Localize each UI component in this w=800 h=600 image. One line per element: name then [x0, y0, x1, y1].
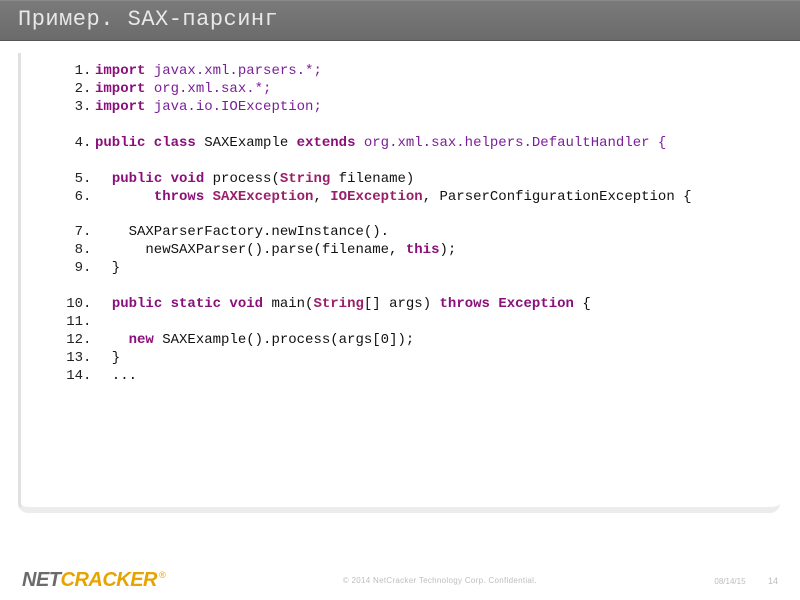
keyword: throws — [154, 189, 204, 207]
line-number: 6 — [51, 189, 83, 207]
line-number: 7 — [51, 224, 83, 242]
code-text: } — [95, 350, 120, 368]
code-line: 3. import java.io.IOException; — [51, 99, 760, 117]
code-line: 9. } — [51, 260, 760, 278]
line-number: 10 — [51, 296, 83, 314]
code-line: 5. public void process(String filename) — [51, 171, 760, 189]
code-text: filename) — [330, 171, 414, 189]
logo-cracker: CRACKER — [61, 569, 158, 591]
keyword: new — [129, 332, 154, 350]
code-line: 13. } — [51, 350, 760, 368]
slide-title: Пример. SAX-парсинг — [18, 7, 782, 32]
logo-net: NET — [22, 569, 61, 591]
slide-footer: NETCRACKER® © 2014 NetCracker Technology… — [0, 560, 800, 600]
code-text: SAXExample — [196, 135, 297, 153]
code-text: ); — [439, 242, 456, 260]
code-text: SAXParserFactory.newInstance(). — [95, 224, 389, 242]
keyword: extends — [297, 135, 356, 153]
keyword: import — [95, 63, 145, 81]
code-line: 11. — [51, 314, 760, 332]
code-line: 2. import org.xml.sax.*; — [51, 81, 760, 99]
keyword: import — [95, 81, 145, 99]
line-number: 1 — [51, 63, 83, 81]
code-text: [] args) — [364, 296, 440, 314]
code-text: , ParserConfigurationException { — [423, 189, 692, 207]
code-line: 7. SAXParserFactory.newInstance(). — [51, 224, 760, 242]
code-text: org.xml.sax.*; — [145, 81, 271, 99]
code-text: SAXExample().process(args[0]); — [154, 332, 414, 350]
keyword: import — [95, 99, 145, 117]
code-text: javax.xml.parsers.*; — [145, 63, 321, 81]
code-text: java.io.IOException; — [145, 99, 321, 117]
code-text: process( — [204, 171, 280, 189]
code-line: 4. public class SAXExample extends org.x… — [51, 135, 760, 153]
line-number: 5 — [51, 171, 83, 189]
type: String — [313, 296, 363, 314]
line-number: 12 — [51, 332, 83, 350]
code-text: , — [313, 189, 330, 207]
code-text: ... — [95, 368, 137, 386]
line-number: 3 — [51, 99, 83, 117]
code-text: { — [574, 296, 591, 314]
keyword: throws Exception — [440, 296, 574, 314]
code-text: org.xml.sax.helpers.DefaultHandler { — [355, 135, 666, 153]
type: SAXException — [204, 189, 313, 207]
line-number: 13 — [51, 350, 83, 368]
type: IOException — [330, 189, 422, 207]
line-number: 11 — [51, 314, 83, 332]
keyword: public class — [95, 135, 196, 153]
line-number: 2 — [51, 81, 83, 99]
keyword: public void — [112, 171, 204, 189]
line-number: 9 — [51, 260, 83, 278]
keyword: this — [406, 242, 440, 260]
code-line: 6. throws SAXException, IOException, Par… — [51, 189, 760, 207]
keyword: public static void — [112, 296, 263, 314]
code-line: 10. public static void main(String[] arg… — [51, 296, 760, 314]
line-number: 4 — [51, 135, 83, 153]
page-number: 14 — [768, 576, 778, 586]
line-number: 14 — [51, 368, 83, 386]
type: String — [280, 171, 330, 189]
code-line: 8. newSAXParser().parse(filename, this); — [51, 242, 760, 260]
copyright-text: © 2014 NetCracker Technology Corp. Confi… — [165, 576, 714, 585]
code-line: 12. new SAXExample().process(args[0]); — [51, 332, 760, 350]
slide-header: Пример. SAX-парсинг — [0, 0, 800, 41]
code-block: 1. import javax.xml.parsers.*; 2. import… — [18, 53, 780, 513]
code-text: newSAXParser().parse(filename, — [95, 242, 406, 260]
code-line: 1. import javax.xml.parsers.*; — [51, 63, 760, 81]
line-number: 8 — [51, 242, 83, 260]
code-text: } — [95, 260, 120, 278]
footer-date: 08/14/15 — [714, 577, 745, 586]
logo: NETCRACKER® — [22, 569, 165, 592]
code-text: main( — [263, 296, 313, 314]
code-line: 14. ... — [51, 368, 760, 386]
